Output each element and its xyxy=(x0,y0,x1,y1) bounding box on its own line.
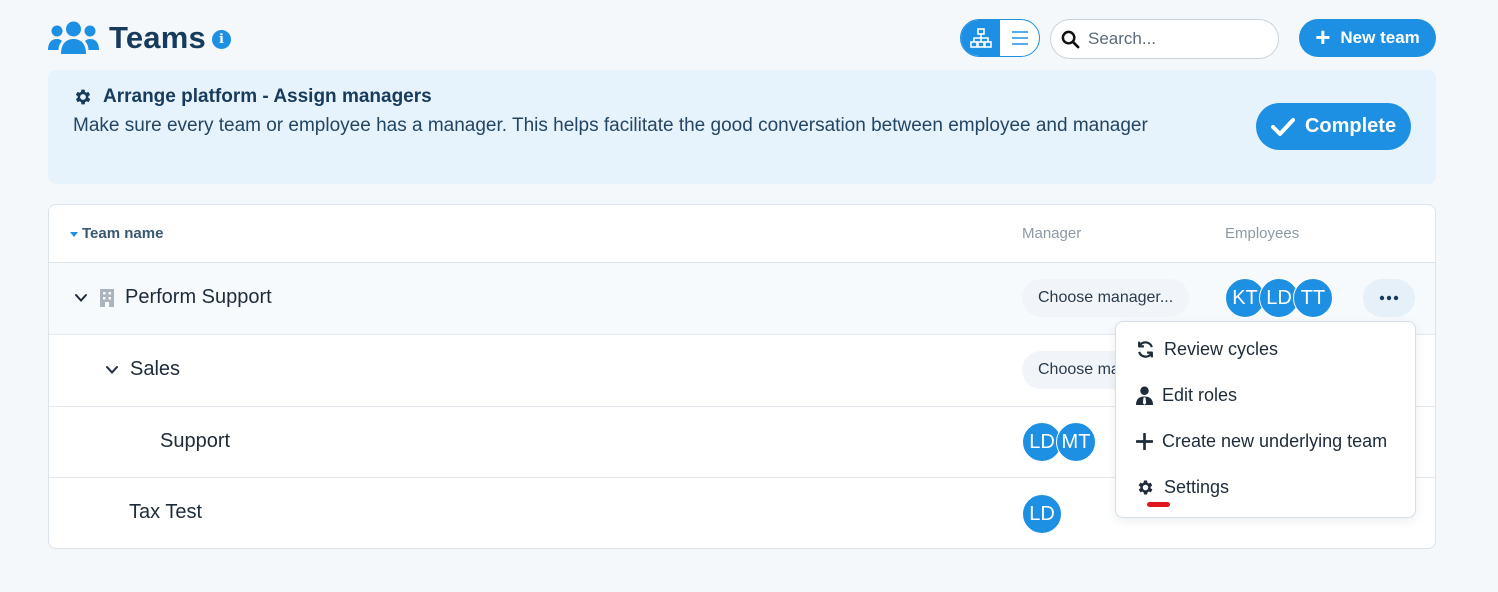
banner-description: Make sure every team or employee has a m… xyxy=(73,115,1148,136)
team-name-cell: Support xyxy=(160,430,230,453)
info-icon[interactable]: i xyxy=(211,29,231,49)
column-header-manager: Manager xyxy=(1022,225,1082,242)
avatar[interactable]: MT xyxy=(1056,422,1096,462)
column-header-team-name[interactable]: Team name xyxy=(69,225,163,242)
list-icon xyxy=(1011,31,1028,45)
building-icon xyxy=(100,288,114,307)
refresh-icon xyxy=(1138,341,1153,358)
team-name-cell: Sales xyxy=(104,358,180,381)
list-view-button[interactable] xyxy=(1000,20,1039,56)
avatar[interactable]: TT xyxy=(1293,278,1333,318)
team-name-cell: Perform Support xyxy=(73,286,272,309)
menu-item-edit-roles[interactable]: Edit roles xyxy=(1136,385,1237,406)
chevron-down-icon[interactable] xyxy=(73,290,89,306)
page-header: Teams i xyxy=(48,20,231,56)
avatar[interactable]: LD xyxy=(1022,494,1062,534)
search-input[interactable] xyxy=(1088,29,1268,49)
user-tie-icon xyxy=(1136,386,1153,405)
banner-title-row: Arrange platform - Assign managers xyxy=(73,86,432,108)
users-icon xyxy=(48,20,99,56)
choose-manager-dropdown[interactable]: Choose manager... xyxy=(1022,279,1190,317)
chevron-down-icon[interactable] xyxy=(104,362,120,378)
org-chart-view-button[interactable] xyxy=(961,20,1000,56)
gear-icon xyxy=(1138,480,1153,495)
page-title: Teams xyxy=(109,20,206,55)
new-team-label: New team xyxy=(1340,28,1420,47)
menu-item-settings[interactable]: Settings xyxy=(1136,477,1229,498)
employee-avatars: KT LD TT xyxy=(1225,278,1333,318)
sitemap-icon xyxy=(969,28,992,48)
sort-down-icon xyxy=(70,231,78,237)
check-icon xyxy=(1270,117,1295,136)
annotation-underline xyxy=(1147,502,1170,507)
manager-avatars: LD xyxy=(1022,494,1062,534)
banner-title: Arrange platform - Assign managers xyxy=(103,86,432,107)
team-name: Tax Test xyxy=(129,501,202,523)
new-team-button[interactable]: + New team xyxy=(1299,19,1436,57)
team-name: Support xyxy=(160,430,231,452)
complete-button[interactable]: Complete xyxy=(1256,103,1411,150)
manager-avatars: LD MT xyxy=(1022,422,1096,462)
search-box xyxy=(1050,19,1279,59)
view-toggle xyxy=(960,19,1040,57)
more-options-button[interactable] xyxy=(1363,279,1415,317)
table-header: Team name Manager Employees xyxy=(49,205,1435,263)
team-name: Perform Support xyxy=(125,286,272,308)
team-name-cell: Tax Test xyxy=(129,501,202,524)
onboarding-banner: Arrange platform - Assign managers Make … xyxy=(48,70,1436,184)
ellipsis-icon xyxy=(1379,295,1399,301)
menu-item-create-underlying-team[interactable]: Create new underlying team xyxy=(1136,431,1387,452)
plus-icon: + xyxy=(1315,22,1331,52)
plus-icon xyxy=(1136,433,1153,450)
menu-item-review-cycles[interactable]: Review cycles xyxy=(1136,339,1278,360)
gear-icon xyxy=(75,89,91,105)
team-name: Sales xyxy=(130,358,181,380)
column-header-employees: Employees xyxy=(1225,225,1300,242)
complete-label: Complete xyxy=(1304,115,1397,137)
team-options-menu: Review cycles Edit roles Create new unde… xyxy=(1115,321,1416,518)
search-icon xyxy=(1061,30,1080,48)
